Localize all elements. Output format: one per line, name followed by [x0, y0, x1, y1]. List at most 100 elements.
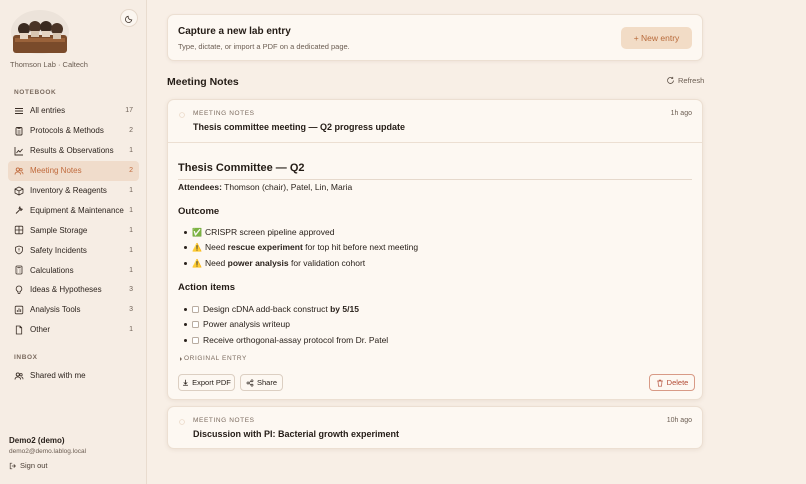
action-item: Design cDNA add-back construct by 5/15: [184, 304, 359, 314]
sign-out-label: Sign out: [20, 461, 48, 470]
sidebar-item-label: Inventory & Reagents: [30, 186, 107, 195]
sidebar-item-sample-storage[interactable]: Sample Storage 1: [8, 220, 139, 240]
outcome-item: ✅ CRISPR screen pipeline approved: [184, 227, 334, 237]
capture-subtitle: Type, dictate, or import a PDF on a dedi…: [178, 42, 350, 51]
note-pin-icon: [179, 112, 185, 118]
action-checkbox[interactable]: [192, 305, 199, 313]
share-button[interactable]: Share: [240, 374, 283, 391]
note-category: MEETING NOTES: [193, 110, 255, 117]
trash-icon: [656, 379, 663, 387]
theme-toggle-button[interactable]: [120, 9, 138, 27]
new-entry-button[interactable]: + New entry: [621, 27, 692, 49]
doc-attendees: Attendees: Thomson (chair), Patel, Lin, …: [178, 182, 352, 192]
sidebar-item-label: Results & Observations: [30, 146, 114, 156]
user-email: demo2@demo.lablog.local: [9, 448, 87, 455]
outcome-bold: rescue experiment: [227, 242, 303, 252]
action-bold: by 5/15: [330, 304, 359, 314]
sign-out-link[interactable]: Sign out: [9, 461, 48, 470]
lab-name: Thomson Lab · Caltech: [10, 60, 88, 69]
note-category: MEETING NOTES: [193, 417, 255, 424]
outcome-text-rest: for validation cohort: [288, 258, 366, 268]
lab-logo[interactable]: [10, 9, 70, 55]
wrench-icon: [15, 206, 23, 215]
notebook-nav: All entries 17 Protocols & Methods 2 Res…: [8, 101, 139, 340]
sidebar-item-shared-with-me[interactable]: Shared with me: [8, 366, 139, 386]
delete-button[interactable]: Delete: [649, 374, 695, 391]
file-icon: [15, 325, 23, 335]
sidebar-item-count: 2: [129, 167, 133, 175]
refresh-button[interactable]: Refresh: [666, 76, 704, 85]
calculator-icon: [15, 265, 23, 275]
action-item: Receive orthogonal-assay protocol from D…: [184, 335, 388, 345]
doc-heading: Thesis Committee — Q2: [178, 162, 305, 174]
sidebar-item-ideas[interactable]: Ideas & Hypotheses 3: [8, 280, 139, 300]
action-text: Receive orthogonal-assay protocol from D…: [203, 335, 389, 345]
outcome-text: CRISPR screen pipeline approved: [204, 227, 335, 237]
note-timestamp: 10h ago: [666, 417, 692, 424]
refresh-label: Refresh: [678, 76, 705, 85]
export-pdf-label: Export PDF: [192, 378, 231, 387]
chart-line-icon: [14, 146, 23, 156]
download-icon: [183, 379, 189, 386]
bullet-dot: [184, 338, 187, 342]
sidebar-item-meeting-notes[interactable]: Meeting Notes 2: [8, 160, 139, 181]
sidebar-item-count: 1: [129, 147, 133, 155]
sidebar-item-all-entries[interactable]: All entries 17: [8, 101, 139, 121]
export-pdf-button[interactable]: Export PDF: [178, 374, 235, 391]
grid-icon: [14, 226, 24, 235]
notebook-section-label: NOTEBOOK: [14, 89, 57, 96]
list-icon: [15, 107, 23, 114]
lightbulb-icon: [15, 285, 23, 294]
note-title[interactable]: Discussion with PI: Bacterial growth exp…: [193, 429, 399, 439]
doc-actions-heading: Action items: [178, 282, 236, 293]
sidebar-item-label: Equipment & Maintenance: [30, 205, 124, 215]
sidebar-item-label: Calculations: [30, 265, 74, 275]
sidebar-item-calculations[interactable]: Calculations 1: [8, 260, 139, 280]
note-card-expanded: MEETING NOTES 1h ago Thesis committee me…: [167, 99, 703, 400]
sidebar-item-count: 1: [129, 226, 133, 234]
users-icon: [14, 167, 24, 175]
bullet-dot: [184, 261, 187, 265]
capture-card: Capture a new lab entry Type, dictate, o…: [167, 14, 703, 61]
chart-bar-icon: [14, 305, 24, 315]
users-icon: [14, 372, 24, 380]
sidebar-item-count: 1: [129, 266, 133, 274]
sidebar-item-count: 2: [129, 127, 133, 135]
sidebar-item-results[interactable]: Results & Observations 1: [8, 141, 139, 161]
inbox-nav: Shared with me: [8, 366, 139, 386]
sidebar-item-inventory[interactable]: Inventory & Reagents 1: [8, 181, 139, 201]
original-entry-label: ORIGINAL ENTRY: [184, 355, 247, 362]
warning-emoji-icon: ⚠️: [192, 242, 202, 252]
sidebar-item-label: Analysis Tools: [30, 305, 81, 315]
sidebar-item-label: Sample Storage: [30, 225, 88, 235]
sign-out-icon: [9, 462, 16, 469]
original-entry-toggle[interactable]: ORIGINAL ENTRY: [178, 355, 247, 362]
bullet-dot: [184, 307, 187, 311]
note-card-collapsed[interactable]: MEETING NOTES 10h ago Discussion with PI…: [167, 406, 703, 449]
sidebar-item-label: Meeting Notes: [30, 166, 82, 176]
sidebar-item-count: 3: [129, 306, 133, 314]
clipboard-icon: [15, 126, 23, 136]
delete-label: Delete: [666, 378, 689, 387]
action-checkbox[interactable]: [192, 320, 199, 328]
bullet-dot: [184, 322, 187, 326]
action-item: Power analysis writeup: [184, 319, 290, 329]
bullet-dot: [184, 230, 187, 234]
sidebar-item-equipment[interactable]: Equipment & Maintenance 1: [8, 200, 139, 220]
doc-rule: [178, 179, 692, 180]
sidebar-item-other[interactable]: Other 1: [8, 320, 139, 340]
sidebar-item-analysis-tools[interactable]: Analysis Tools 3: [8, 300, 139, 320]
sidebar-item-safety[interactable]: Safety Incidents 1: [8, 240, 139, 260]
outcome-bold: power analysis: [227, 258, 289, 268]
sidebar-item-protocols[interactable]: Protocols & Methods 2: [8, 121, 139, 141]
sidebar-item-count: 1: [129, 206, 133, 214]
attendees-value: Thomson (chair), Patel, Lin, Maria: [224, 182, 353, 192]
action-text: Power analysis writeup: [203, 319, 290, 329]
note-timestamp: 1h ago: [670, 110, 692, 117]
sidebar-item-count: 3: [129, 286, 133, 294]
shield-icon: [15, 245, 23, 255]
note-title[interactable]: Thesis committee meeting — Q2 progress u…: [193, 122, 405, 132]
check-emoji-icon: ✅: [192, 227, 202, 237]
action-checkbox[interactable]: [192, 336, 199, 344]
doc-outcome-heading: Outcome: [178, 206, 220, 217]
